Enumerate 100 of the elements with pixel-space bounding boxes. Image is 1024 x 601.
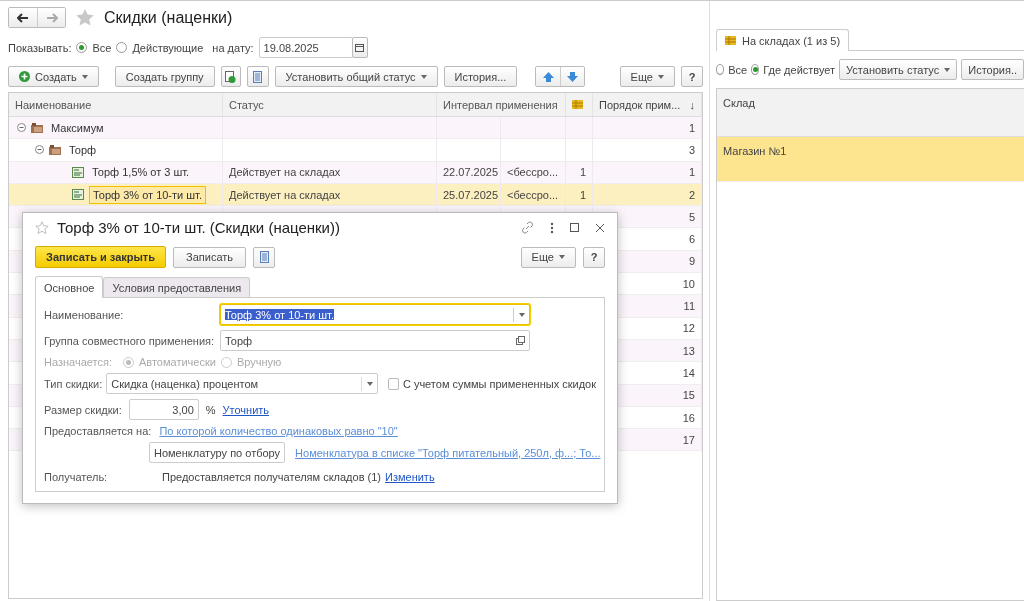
order-cell: 1	[688, 166, 695, 179]
create-group-button[interactable]: Создать группу	[114, 66, 215, 87]
more-button[interactable]: Еще	[619, 66, 675, 87]
list-button[interactable]	[253, 246, 276, 268]
end-date-cell: <бессро...	[507, 188, 559, 201]
radio-button[interactable]	[76, 42, 88, 53]
order-cell: 3	[688, 143, 695, 156]
warehouses-tab[interactable]: На складах (1 из 5)	[716, 29, 850, 51]
copy-button[interactable]	[220, 66, 241, 87]
history-button[interactable]: История..	[961, 59, 1024, 80]
plus-icon	[19, 71, 30, 82]
field-label: Предоставляется на:	[44, 425, 152, 437]
discount-size-field[interactable]: 3,00	[128, 399, 199, 420]
recipient-text: Предоставляется получателям складов (1)	[162, 471, 381, 483]
create-button[interactable]: Создать	[8, 66, 99, 87]
order-cell: 2	[688, 188, 695, 201]
discount-type-field[interactable]: Скидка (наценка) процентом	[106, 373, 378, 394]
open-icon[interactable]	[516, 336, 525, 345]
radio-label: Где действует	[763, 63, 836, 76]
field-label: Группа совместного применения:	[44, 334, 214, 347]
caret-icon	[559, 255, 565, 259]
condition-link[interactable]: По которой количество одинаковых равно "10"	[159, 425, 398, 437]
save-and-close-button[interactable]: Записать и закрыть	[35, 246, 167, 268]
down-arrow-icon	[567, 71, 579, 82]
set-status-button[interactable]: Установить общий статус	[274, 66, 438, 87]
menu-icon[interactable]	[550, 221, 554, 234]
table-icon	[572, 100, 583, 109]
group-field[interactable]: Торф	[220, 330, 530, 351]
start-date-cell: 25.07.2025	[443, 188, 499, 201]
name-cell-text: Максимум	[50, 120, 105, 136]
order-cell: 5	[688, 210, 695, 223]
set-status-button[interactable]: Установить статус	[839, 59, 958, 80]
folder-icon	[49, 144, 61, 156]
count-cell: 1	[579, 188, 586, 201]
order-cell: 16	[682, 411, 695, 424]
order-cell: 10	[682, 277, 695, 290]
order-cell: 1	[688, 121, 695, 134]
change-link[interactable]: Изменить	[385, 471, 435, 483]
form-tab[interactable]: Основное	[35, 276, 104, 298]
collapse-icon[interactable]	[17, 123, 26, 133]
field-label: Наименование:	[44, 308, 125, 321]
collapse-icon[interactable]	[35, 145, 44, 155]
status-cell: Действует на складах	[229, 188, 341, 201]
table-icon	[725, 36, 736, 45]
radio-button[interactable]	[220, 356, 232, 368]
column-header[interactable]: Наименование	[9, 93, 223, 116]
order-cell: 12	[682, 322, 695, 335]
sort-indicator[interactable]: ↓	[689, 98, 695, 111]
left-arrow-icon	[17, 12, 29, 23]
history-button[interactable]: История...	[443, 66, 518, 87]
date-field[interactable]: 19.08.2025	[258, 37, 353, 58]
help-button[interactable]: ?	[681, 66, 703, 87]
more-button[interactable]: Еще	[520, 246, 576, 268]
list-button[interactable]	[246, 66, 269, 87]
right-arrow-icon	[45, 12, 58, 23]
column-header[interactable]: Порядок прим...	[599, 98, 681, 111]
order-cell: 13	[682, 344, 695, 357]
help-button[interactable]: ?	[583, 246, 605, 268]
name-field[interactable]: Торф 3% от 10-ти шт.	[220, 304, 530, 325]
refine-link[interactable]: Уточнить	[222, 403, 270, 416]
radio-label: Вручную	[236, 356, 282, 368]
link-icon[interactable]	[521, 221, 534, 234]
folder-icon	[31, 122, 43, 134]
list-icon	[253, 70, 263, 83]
radio-button[interactable]	[116, 42, 128, 53]
name-cell: Торф 3% от 10-ти шт.	[89, 185, 206, 204]
field-label: Получатель:	[44, 471, 109, 483]
order-cell: 17	[682, 433, 695, 446]
document-add-icon	[225, 70, 237, 83]
field-label: Тип скидки:	[44, 377, 103, 390]
nomenclature-field[interactable]: Номенклатуру по отбору	[149, 442, 286, 463]
radio-label: Все	[728, 63, 748, 76]
star-icon[interactable]	[76, 9, 94, 26]
caret-icon	[81, 74, 88, 79]
date-label: на дату:	[212, 41, 254, 54]
column-header[interactable]: Интервал применения	[437, 93, 566, 116]
order-cell: 6	[688, 233, 695, 246]
nomenclature-link[interactable]: Номенклатура в списке "Торф питательный, 250л, ф...; То...	[295, 446, 601, 459]
field-label: Назначается:	[44, 356, 112, 368]
up-arrow-icon	[542, 71, 554, 82]
name-cell-text: Торф 1,5% от 3 шт.	[91, 165, 191, 181]
status-cell: Действует на складах	[229, 166, 341, 179]
back-button[interactable]	[9, 8, 37, 27]
maximize-icon[interactable]	[570, 223, 579, 232]
form-tab[interactable]: Условия предоставления	[103, 277, 251, 297]
radio-button[interactable]	[751, 64, 760, 75]
radio-button[interactable]	[122, 356, 134, 368]
radio-button[interactable]	[716, 64, 725, 75]
column-header[interactable]: Склад	[723, 97, 755, 109]
close-icon[interactable]	[595, 222, 605, 233]
checkbox[interactable]	[387, 377, 399, 390]
star-icon[interactable]	[35, 221, 49, 234]
count-cell: 1	[579, 166, 586, 179]
column-header[interactable]: Статус	[223, 93, 437, 116]
caret-icon	[366, 381, 373, 386]
radio-label: Действующие	[132, 41, 204, 54]
table-row[interactable]: Магазин №1	[717, 137, 1024, 182]
move-up-button[interactable]	[536, 67, 561, 86]
move-down-button[interactable]	[560, 67, 585, 86]
save-button[interactable]: Записать	[173, 246, 247, 268]
